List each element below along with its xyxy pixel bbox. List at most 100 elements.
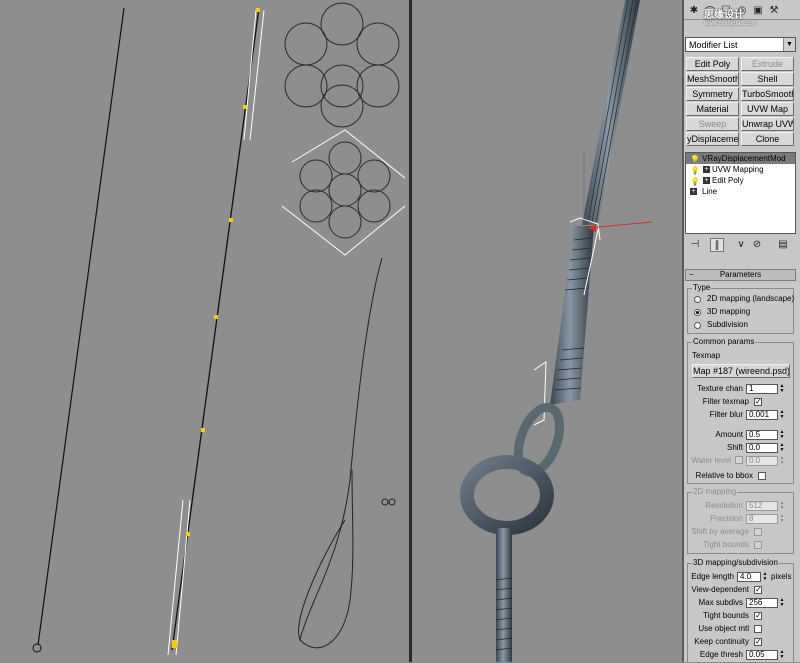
edge-thresh-spinner[interactable]: 0.05▲▼ <box>746 650 778 660</box>
spinner-arrows-icon[interactable]: ▲▼ <box>761 572 769 582</box>
radio-2d-mapping[interactable] <box>694 296 701 303</box>
radio-subdivision[interactable] <box>694 322 701 329</box>
spinner-arrows-icon[interactable]: ▲▼ <box>778 650 786 660</box>
configure-sets-icon[interactable]: ▤ <box>776 238 790 252</box>
stack-item-line[interactable]: + Line <box>686 186 795 197</box>
edge-length-spinner[interactable]: 4.0▲▼ <box>737 572 761 582</box>
parameters-title: Parameters <box>720 270 761 279</box>
water-level-checkbox[interactable] <box>735 456 743 464</box>
modifier-button-meshsmooth[interactable]: MeshSmooth <box>686 72 739 86</box>
precision-spinner[interactable]: 8▲▼ <box>746 514 778 524</box>
shift-spinner[interactable]: 0.0▲▼ <box>746 443 778 453</box>
spinner-arrows-icon[interactable]: ▲▼ <box>778 501 786 511</box>
tight-bounds-2d-checkbox[interactable] <box>754 541 762 549</box>
shift-value: 0.0 <box>749 443 760 452</box>
tight-bounds-checkbox[interactable]: ✓ <box>754 612 762 620</box>
pixels-label: pixels <box>771 572 791 582</box>
shift-average-checkbox[interactable] <box>754 528 762 536</box>
type-group-title: Type <box>692 283 711 293</box>
modifier-button-extrude[interactable]: Extrude <box>741 57 794 71</box>
parameters-rollout-header[interactable]: − Parameters <box>685 269 796 281</box>
mapping-2d-group: 2D mapping Resolution 512▲▼ Precision 8▲… <box>687 492 794 554</box>
modifier-button-turbosmooth[interactable]: TurboSmooth <box>741 87 794 101</box>
modifier-button-material[interactable]: Material <box>686 102 739 116</box>
texmap-label: Texmap <box>692 351 720 361</box>
spinner-arrows-icon[interactable]: ▲▼ <box>778 384 786 394</box>
amount-spinner[interactable]: 0.5▲▼ <box>746 430 778 440</box>
water-level-value: 0.0 <box>749 456 760 465</box>
water-level-label: Water level <box>691 456 731 466</box>
filter-blur-value: 0.001 <box>749 410 769 419</box>
stack-item-edit-poly[interactable]: 💡 + Edit Poly <box>686 175 795 186</box>
spinner-arrows-icon[interactable]: ▲▼ <box>778 598 786 608</box>
texmap-button[interactable]: Map #187 (wireend.psd) <box>692 364 790 378</box>
expand-icon[interactable]: + <box>690 188 697 195</box>
chevron-down-icon[interactable]: ▼ <box>783 38 795 51</box>
expand-icon[interactable]: + <box>703 177 710 184</box>
view-dependent-label: View-dependent <box>691 585 749 595</box>
selection-bbox <box>282 130 405 255</box>
modifier-button-unwrap-uvw[interactable]: Unwrap UVW <box>741 117 794 131</box>
modifier-list-dropdown[interactable]: Modifier List ▼ <box>685 37 796 52</box>
view-dependent-checkbox[interactable]: ✓ <box>754 586 762 594</box>
left-viewport[interactable] <box>0 0 409 662</box>
filter-blur-spinner[interactable]: 0.001▲▼ <box>746 410 778 420</box>
max-subdivs-label: Max subdivs <box>699 598 743 608</box>
relative-bbox-checkbox[interactable] <box>758 472 766 480</box>
max-subdivs-spinner[interactable]: 256▲▼ <box>746 598 778 608</box>
modifier-button-sweep[interactable]: Sweep <box>686 117 739 131</box>
stack-item-vraydisplacement[interactable]: 💡 VRayDisplacementMod <box>686 153 795 164</box>
spinner-arrows-icon[interactable]: ▲▼ <box>778 430 786 440</box>
modifier-list-label: Modifier List <box>689 40 738 50</box>
resolution-spinner[interactable]: 512▲▼ <box>746 501 778 511</box>
modifier-button-ydisplacement[interactable]: yDisplacement <box>686 132 739 146</box>
spinner-arrows-icon[interactable]: ▲▼ <box>778 410 786 420</box>
spinner-arrows-icon[interactable]: ▲▼ <box>778 514 786 524</box>
stack-item-uvw-mapping[interactable]: 💡 + UVW Mapping <box>686 164 795 175</box>
amount-value: 0.5 <box>749 430 760 439</box>
type-group: Type 2D mapping (landscape) 3D mapping S… <box>687 288 794 334</box>
command-panel-tabs: ✱ ⌒ ☐ ◎ ▣ ⚒ 思缘设计www.missyuan.com <box>684 0 800 20</box>
common-params-group: Common params Texmap Map #187 (wireend.p… <box>687 342 794 484</box>
edge-length-value: 4.0 <box>740 572 751 581</box>
max-subdivs-value: 256 <box>749 598 762 607</box>
mapping-3d-group: 3D mapping/subdivision Edge length 4.0▲▼… <box>687 563 794 663</box>
keep-continuity-checkbox[interactable]: ✓ <box>754 638 762 646</box>
small-gizmo-icon <box>382 499 395 505</box>
modifier-button-shell[interactable]: Shell <box>741 72 794 86</box>
spinner-arrows-icon[interactable]: ▲▼ <box>778 456 786 466</box>
relative-bbox-label: Relative to bbox <box>696 471 753 481</box>
mapping-3d-title: 3D mapping/subdivision <box>692 558 779 568</box>
watermark: 思缘设计www.missyuan.com <box>704 6 800 27</box>
strand-circles-selected <box>300 142 390 238</box>
precision-label: Precision <box>710 514 743 524</box>
water-level-spinner[interactable]: 0.0▲▼ <box>746 456 778 466</box>
watermark-url: www.missyuan.com <box>704 21 800 27</box>
modifier-button-clone[interactable]: Clone <box>741 132 794 146</box>
use-object-mtl-checkbox[interactable] <box>754 625 762 633</box>
radio-3d-mapping[interactable] <box>694 309 701 316</box>
make-unique-icon[interactable]: ∨ <box>734 238 748 252</box>
stack-item-label: Line <box>702 187 717 196</box>
pin-stack-icon[interactable]: ⊣ <box>688 238 702 252</box>
crimp-sleeve <box>550 226 594 405</box>
filter-blur-label: Filter blur <box>710 410 743 420</box>
spinner-arrows-icon[interactable]: ▲▼ <box>778 443 786 453</box>
tight-bounds-label: Tight bounds <box>703 611 749 621</box>
create-tab-icon[interactable]: ✱ <box>686 2 702 18</box>
use-object-mtl-label: Use object mtl <box>698 624 749 634</box>
expand-icon[interactable]: + <box>703 166 710 173</box>
resolution-label: Resolution <box>705 501 743 511</box>
remove-modifier-icon[interactable]: ⊘ <box>750 238 764 252</box>
modifier-stack[interactable]: 💡 VRayDisplacementMod 💡 + UVW Mapping 💡 … <box>685 152 796 234</box>
texture-chan-spinner[interactable]: 1▲▼ <box>746 384 778 394</box>
filter-texmap-checkbox[interactable]: ✓ <box>754 398 762 406</box>
radio-subdivision-label: Subdivision <box>707 320 748 330</box>
modifier-button-uvw-map[interactable]: UVW Map <box>741 102 794 116</box>
show-end-result-icon[interactable]: ∥ <box>710 238 724 252</box>
precision-value: 8 <box>749 514 753 523</box>
right-viewport[interactable] <box>412 0 682 662</box>
wire-end-loop <box>33 644 41 652</box>
modifier-button-edit-poly[interactable]: Edit Poly <box>686 57 739 71</box>
modifier-button-symmetry[interactable]: Symmetry <box>686 87 739 101</box>
